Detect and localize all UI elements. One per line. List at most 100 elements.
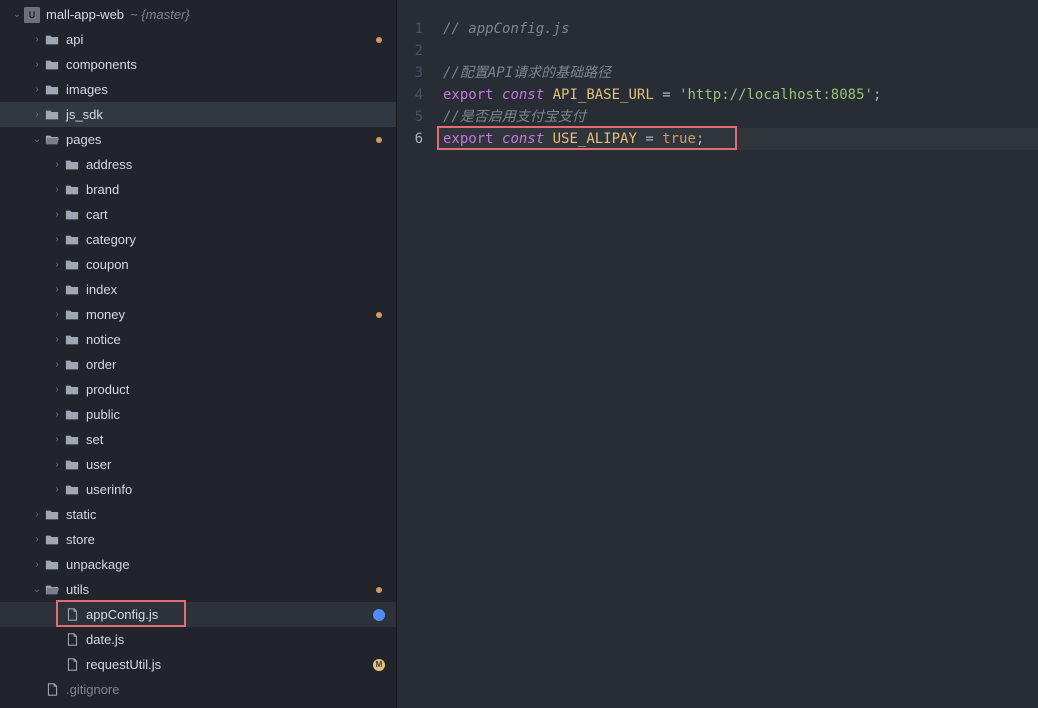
tree-item-label: appConfig.js: [86, 607, 158, 622]
tree-item-js_sdk[interactable]: ›js_sdk: [0, 102, 396, 127]
file-icon: [44, 682, 60, 698]
tree-item-coupon[interactable]: › coupon: [0, 252, 396, 277]
tree-item-userinfo[interactable]: ›userinfo: [0, 477, 396, 502]
folder-icon: [44, 57, 60, 73]
tree-item-label: store: [66, 532, 95, 547]
folder-icon: [64, 257, 80, 273]
tree-item-components[interactable]: ›components: [0, 52, 396, 77]
chevron-icon[interactable]: ›: [50, 459, 64, 470]
chevron-icon[interactable]: ›: [30, 59, 44, 70]
chevron-icon[interactable]: ›: [30, 84, 44, 95]
tree-item-label: user: [86, 457, 111, 472]
chevron-icon[interactable]: ›: [50, 434, 64, 445]
modified-dot-icon: [376, 312, 382, 318]
chevron-icon[interactable]: ›: [50, 209, 64, 220]
tree-item-requestutil-js[interactable]: requestUtil.jsM: [0, 652, 396, 677]
tree-item-api[interactable]: ›api: [0, 27, 396, 52]
code-line[interactable]: [437, 40, 1038, 62]
chevron-icon[interactable]: ›: [50, 359, 64, 370]
tree-item-category[interactable]: ›category: [0, 227, 396, 252]
tree-item-set[interactable]: ›set: [0, 427, 396, 452]
tree-item-label: coupon: [86, 257, 129, 272]
tree-item-label: mall-app-web: [46, 7, 124, 22]
tree-item-order[interactable]: ›order: [0, 352, 396, 377]
code-area[interactable]: // appConfig.js //配置API请求的基础路径export con…: [437, 0, 1038, 708]
tree-item-unpackage[interactable]: ›unpackage: [0, 552, 396, 577]
folder-icon: [64, 432, 80, 448]
line-number: 3: [397, 62, 437, 84]
tree-item-label: utils: [66, 582, 89, 597]
chevron-icon[interactable]: ›: [50, 184, 64, 195]
line-number: 5: [397, 106, 437, 128]
tree-item-label: pages: [66, 132, 101, 147]
tree-item-notice[interactable]: › notice: [0, 327, 396, 352]
tree-item-brand[interactable]: › brand: [0, 177, 396, 202]
modified-dot-icon: [376, 137, 382, 143]
tree-item-appconfig-js[interactable]: appConfig.js: [0, 602, 396, 627]
chevron-icon[interactable]: ›: [50, 234, 64, 245]
tree-item-images[interactable]: ›images: [0, 77, 396, 102]
folder-icon: [64, 382, 80, 398]
tree-item-label: brand: [86, 182, 119, 197]
chevron-icon[interactable]: ›: [30, 109, 44, 120]
tree-item-static[interactable]: › static: [0, 502, 396, 527]
folder-icon: [64, 407, 80, 423]
folder-icon: [64, 482, 80, 498]
tree-item-date-js[interactable]: date.js: [0, 627, 396, 652]
tree-item-index[interactable]: › index: [0, 277, 396, 302]
tree-item--gitignore[interactable]: .gitignore: [0, 677, 396, 702]
chevron-icon[interactable]: ⌄: [30, 134, 44, 145]
modified-dot-icon: [376, 37, 382, 43]
tree-item-public[interactable]: ›public: [0, 402, 396, 427]
line-number: 4: [397, 84, 437, 106]
chevron-icon[interactable]: ›: [50, 484, 64, 495]
folder-icon: [64, 282, 80, 298]
file-icon: [64, 607, 80, 623]
folder-icon: [44, 507, 60, 523]
tree-item-utils[interactable]: ⌄ utils: [0, 577, 396, 602]
folder-icon: [64, 307, 80, 323]
tree-item-label: .gitignore: [66, 682, 119, 697]
code-line[interactable]: // appConfig.js: [437, 18, 1038, 40]
code-editor[interactable]: 123456 // appConfig.js //配置API请求的基础路径exp…: [396, 0, 1038, 708]
chevron-icon[interactable]: ›: [50, 309, 64, 320]
file-explorer[interactable]: ⌄Umall-app-web~ {master}›api›components›…: [0, 0, 396, 708]
code-line[interactable]: export const API_BASE_URL = 'http://loca…: [437, 84, 1038, 106]
tree-item-pages[interactable]: ⌄ pages: [0, 127, 396, 152]
folder-icon: [64, 157, 80, 173]
tree-item-address[interactable]: › address: [0, 152, 396, 177]
tree-item-product[interactable]: ›product: [0, 377, 396, 402]
chevron-icon[interactable]: ›: [30, 34, 44, 45]
chevron-icon[interactable]: ›: [50, 409, 64, 420]
tree-item-label: address: [86, 157, 132, 172]
chevron-icon[interactable]: ›: [50, 384, 64, 395]
chevron-icon[interactable]: ›: [30, 559, 44, 570]
tree-item-cart[interactable]: › cart: [0, 202, 396, 227]
code-line[interactable]: //配置API请求的基础路径: [437, 62, 1038, 84]
code-line[interactable]: //是否启用支付宝支付: [437, 106, 1038, 128]
tree-item-mall-app-web[interactable]: ⌄Umall-app-web ~ {master}: [0, 2, 396, 27]
folder-icon: [44, 132, 60, 148]
tree-item-user[interactable]: › user: [0, 452, 396, 477]
chevron-icon[interactable]: ›: [50, 159, 64, 170]
chevron-icon[interactable]: ⌄: [30, 584, 44, 595]
line-gutter: 123456: [397, 0, 437, 708]
chevron-icon[interactable]: ›: [50, 259, 64, 270]
chevron-icon[interactable]: ›: [30, 534, 44, 545]
status-badge: M: [373, 659, 385, 671]
chevron-icon[interactable]: ›: [30, 509, 44, 520]
tree-item-money[interactable]: ›money: [0, 302, 396, 327]
code-line[interactable]: export const USE_ALIPAY = true;: [437, 128, 1038, 150]
tree-item-store[interactable]: › store: [0, 527, 396, 552]
chevron-icon[interactable]: ›: [50, 334, 64, 345]
chevron-icon[interactable]: ›: [50, 284, 64, 295]
tree-item-label: cart: [86, 207, 108, 222]
branch-label: ~ {master}: [130, 7, 190, 22]
modified-dot-icon: [376, 587, 382, 593]
tree-item-label: static: [66, 507, 96, 522]
tree-item-label: notice: [86, 332, 121, 347]
tree-item-label: index: [86, 282, 117, 297]
project-icon: U: [24, 7, 40, 23]
chevron-icon[interactable]: ⌄: [10, 9, 24, 20]
folder-icon: [64, 182, 80, 198]
